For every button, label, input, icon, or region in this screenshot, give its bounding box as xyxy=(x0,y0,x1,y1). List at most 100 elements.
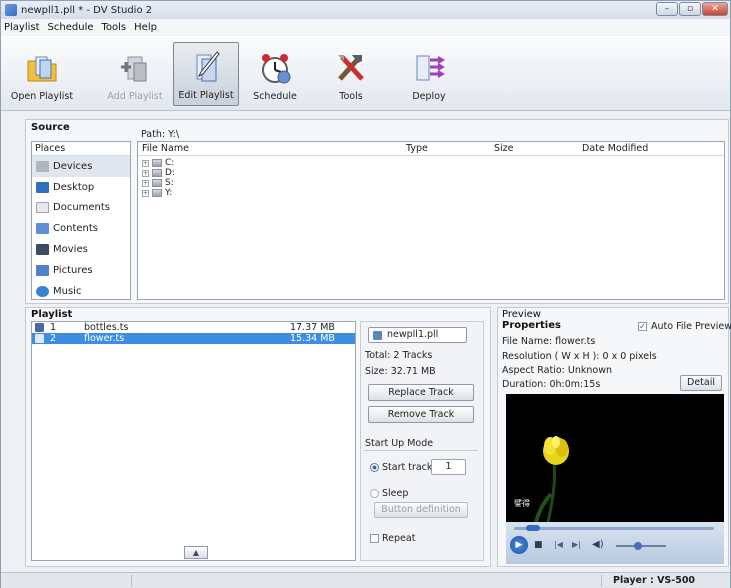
menu-playlist[interactable]: Playlist xyxy=(4,22,40,33)
schedule-button[interactable]: Schedule xyxy=(245,42,305,106)
toolbar: Open Playlist Add Playlist Edit Playlist… xyxy=(1,36,730,111)
expand-icon[interactable]: + xyxy=(142,169,149,177)
open-playlist-button[interactable]: Open Playlist xyxy=(7,42,77,106)
file-row[interactable]: + S: xyxy=(138,178,724,188)
place-documents[interactable]: Documents xyxy=(32,198,130,219)
next-button[interactable]: ▶| xyxy=(572,540,581,549)
contents-icon xyxy=(36,223,49,235)
pictures-icon xyxy=(36,264,49,276)
total-tracks: Total: 2 Tracks xyxy=(365,350,433,361)
edit-playlist-label: Edit Playlist xyxy=(178,90,234,101)
track-icon xyxy=(35,334,44,343)
detail-button[interactable]: Detail xyxy=(680,375,722,391)
place-label: Devices xyxy=(53,160,93,172)
sleep-radio[interactable] xyxy=(370,489,379,498)
place-movies[interactable]: Movies xyxy=(32,239,130,260)
play-button[interactable]: ▶ xyxy=(510,536,528,554)
previous-button[interactable]: |◀ xyxy=(554,540,563,549)
player-controls: ▶ ■ |◀ ▶| ◀) xyxy=(506,522,724,564)
volume-icon[interactable]: ◀) xyxy=(592,539,604,550)
documents-icon xyxy=(36,202,49,214)
button-definition-button[interactable]: Button definition xyxy=(374,502,468,518)
window-title: newpll1.pll * - DV Studio 2 xyxy=(21,4,153,16)
file-row[interactable]: + Y: xyxy=(138,188,724,198)
open-playlist-label: Open Playlist xyxy=(10,91,74,102)
drive-icon xyxy=(152,159,162,167)
playlist-row-selected[interactable]: 2 flower.ts 15.34 MB xyxy=(32,333,355,344)
menu-bar: Playlist Schedule Tools Help xyxy=(1,19,730,35)
close-button[interactable]: ✕ xyxy=(702,2,728,16)
menu-schedule[interactable]: Schedule xyxy=(48,22,94,33)
place-desktop[interactable]: Desktop xyxy=(32,177,130,198)
add-playlist-label: Add Playlist xyxy=(107,91,163,102)
playlist-title: Playlist xyxy=(31,309,73,320)
start-track-input[interactable]: 1 xyxy=(431,459,466,475)
place-label: Desktop xyxy=(53,181,95,193)
track-number: 1 xyxy=(50,322,57,333)
drive-label: S: xyxy=(165,178,174,188)
expand-icon[interactable]: + xyxy=(142,159,149,167)
place-label: Contents xyxy=(53,223,98,235)
seek-thumb[interactable] xyxy=(526,525,540,531)
move-up-button[interactable]: ▲ xyxy=(184,546,208,559)
maximize-button[interactable]: ▫ xyxy=(679,2,701,16)
file-list-header: File Name Type Size Date Modified xyxy=(138,142,724,156)
menu-help[interactable]: Help xyxy=(134,22,157,33)
aspect-ratio-info: Aspect Ratio: Unknown xyxy=(502,365,613,376)
deploy-label: Deploy xyxy=(412,91,446,102)
remove-track-button[interactable]: Remove Track xyxy=(368,406,474,423)
tools-button[interactable]: Tools xyxy=(321,42,381,106)
col-type[interactable]: Type xyxy=(406,143,428,154)
col-file-name[interactable]: File Name xyxy=(142,143,189,154)
playlist-row[interactable]: 1 bottles.ts 17.37 MB xyxy=(32,322,355,333)
deploy-button[interactable]: Deploy xyxy=(399,42,459,106)
file-row[interactable]: + D: xyxy=(138,168,724,178)
app-icon xyxy=(5,4,17,16)
path-label: Path: Y:\ xyxy=(141,129,180,140)
preview-title: Preview xyxy=(502,309,541,320)
auto-preview-checkbox[interactable]: ✓ xyxy=(638,322,647,331)
drive-label: D: xyxy=(165,168,175,178)
seek-bar[interactable] xyxy=(514,527,714,530)
drive-label: C: xyxy=(165,158,175,168)
start-track-radio[interactable] xyxy=(370,463,379,472)
expand-icon[interactable]: + xyxy=(142,179,149,187)
drive-icon xyxy=(152,169,162,177)
place-label: Pictures xyxy=(53,264,93,276)
properties-title: Properties xyxy=(502,320,561,331)
file-row[interactable]: + C: xyxy=(138,158,724,168)
total-size: Size: 32.71 MB xyxy=(365,366,436,377)
place-devices[interactable]: Devices xyxy=(32,156,130,177)
movies-icon xyxy=(36,244,49,256)
track-icon xyxy=(35,323,44,332)
devices-icon xyxy=(36,160,49,172)
add-playlist-button[interactable]: Add Playlist xyxy=(103,42,167,106)
repeat-label: Repeat xyxy=(382,533,416,544)
repeat-checkbox[interactable] xyxy=(370,534,379,543)
source-title: Source xyxy=(31,122,70,133)
expand-icon[interactable]: + xyxy=(142,189,149,197)
music-icon xyxy=(36,285,49,297)
col-size[interactable]: Size xyxy=(494,143,514,154)
stop-button[interactable]: ■ xyxy=(534,540,543,550)
volume-thumb[interactable] xyxy=(634,542,642,550)
playlist-list: 1 bottles.ts 17.37 MB 2 flower.ts 15.34 … xyxy=(31,321,356,561)
playlist-file-field[interactable]: newpll1.pll xyxy=(368,327,467,343)
status-bar: Player : VS-500 xyxy=(1,572,730,588)
menu-tools[interactable]: Tools xyxy=(102,22,127,33)
place-pictures[interactable]: Pictures xyxy=(32,260,130,281)
track-size: 15.34 MB xyxy=(290,333,335,344)
places-panel: Places Devices Desktop Documents Content… xyxy=(31,141,131,300)
place-contents[interactable]: Contents xyxy=(32,218,130,239)
edit-playlist-button[interactable]: Edit Playlist xyxy=(173,42,239,106)
tools-icon xyxy=(334,51,368,85)
minimize-button[interactable]: – xyxy=(656,2,678,16)
deploy-icon xyxy=(412,51,446,85)
add-playlist-icon xyxy=(118,51,152,85)
replace-track-button[interactable]: Replace Track xyxy=(368,384,474,401)
place-music[interactable]: Music xyxy=(32,281,130,302)
startup-mode-label: Start Up Mode xyxy=(365,438,434,449)
track-number: 2 xyxy=(50,333,57,344)
col-date-modified[interactable]: Date Modified xyxy=(582,143,648,154)
sleep-label: Sleep xyxy=(382,488,409,499)
